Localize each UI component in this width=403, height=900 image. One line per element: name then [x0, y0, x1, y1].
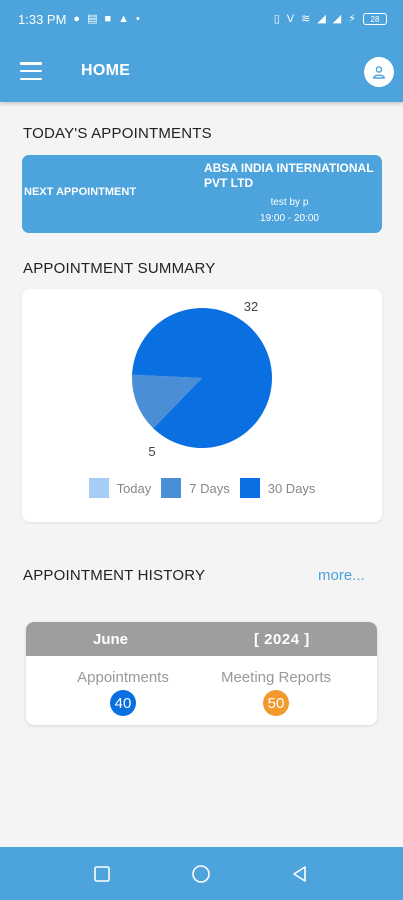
legend-swatch — [88, 478, 109, 498]
office-icon: ■ — [104, 12, 112, 25]
appointment-history-title: APPOINTMENT HISTORY — [23, 567, 206, 584]
back-triangle-icon — [293, 866, 306, 882]
status-bar: 1:33 PM ● ▤ ■ ▲ • ▯ V ≋ ◢ ◢ ⚡ 28 — [0, 0, 403, 38]
signal-icon-2: ◢ — [332, 12, 342, 25]
history-month: June — [93, 631, 129, 648]
appointments-label: Appointments — [77, 669, 169, 686]
pie-data-label: 5 — [148, 444, 155, 459]
profile-avatar-button[interactable] — [364, 57, 394, 87]
legend-item-7-days[interactable]: 7 Days — [161, 478, 230, 498]
square-icon — [94, 866, 110, 882]
battery-icon: 28 — [363, 13, 387, 25]
pie-chart: 5 32 — [131, 299, 272, 459]
status-time: 1:33 PM — [18, 11, 67, 27]
volte-icon: V — [286, 12, 295, 25]
app-bar: 1:33 PM ● ▤ ■ ▲ • ▯ V ≋ ◢ ◢ ⚡ 28 HOME — [0, 0, 403, 102]
meeting-reports-count-badge: 50 — [263, 690, 289, 716]
legend-label: 7 Days — [189, 480, 230, 496]
storage-icon: ▤ — [87, 12, 98, 25]
next-appointment-card[interactable]: NEXT APPOINTMENT ABSA INDIA INTERNATIONA… — [22, 155, 382, 233]
system-navigation-bar — [0, 847, 403, 900]
next-appointment-company: ABSA INDIA INTERNATIONAL PVT LTD — [204, 161, 374, 190]
back-button[interactable] — [290, 864, 310, 884]
battery-level: 28 — [370, 14, 380, 24]
menu-icon[interactable] — [20, 62, 42, 80]
legend-label: 30 Days — [267, 480, 316, 496]
more-link[interactable]: more... — [318, 567, 365, 584]
vibrate-icon: ▯ — [273, 12, 280, 25]
next-appointment-label: NEXT APPOINTMENT — [24, 186, 137, 198]
appointment-summary-title: APPOINTMENT SUMMARY — [23, 260, 216, 277]
todays-appointments-title: TODAY'S APPOINTMENTS — [23, 125, 212, 142]
recent-apps-button[interactable] — [92, 864, 112, 884]
home-button[interactable] — [191, 864, 211, 884]
appointment-history-card[interactable]: June [ 2024 ] Appointments 40 Meeting Re… — [26, 622, 377, 725]
charging-icon: ⚡ — [348, 12, 356, 25]
next-appointment-created-by: test by p — [270, 197, 309, 208]
legend-swatch — [161, 478, 182, 498]
signal-icon: ◢ — [317, 12, 326, 25]
history-header: June [ 2024 ] — [26, 622, 377, 656]
appointments-stat[interactable]: Appointments 40 — [43, 669, 203, 716]
meeting-reports-label: Meeting Reports — [220, 669, 332, 686]
appointments-count-badge: 40 — [110, 690, 136, 716]
chart-legend: Today 7 Days 30 Days — [22, 478, 382, 498]
circle-icon — [192, 865, 210, 883]
location-icon: ● — [73, 12, 81, 25]
wifi-icon: ≋ — [301, 12, 311, 25]
page-title: HOME — [81, 62, 131, 79]
legend-item-today[interactable]: Today — [88, 478, 152, 498]
legend-item-30-days[interactable]: 30 Days — [239, 478, 316, 498]
pie-data-label: 32 — [244, 299, 258, 314]
legend-label: Today — [116, 480, 152, 496]
next-appointment-time: 19:00 - 20:00 — [260, 213, 319, 224]
legend-swatch — [239, 478, 260, 498]
appointment-summary-card: 5 32 Today 7 Days 30 Days — [22, 289, 382, 522]
meeting-reports-stat[interactable]: Meeting Reports 50 — [196, 669, 356, 716]
drive-icon: ▲ — [118, 12, 130, 25]
history-year: [ 2024 ] — [254, 631, 310, 648]
more-notifications-icon: • — [136, 12, 140, 25]
user-icon — [373, 66, 385, 79]
